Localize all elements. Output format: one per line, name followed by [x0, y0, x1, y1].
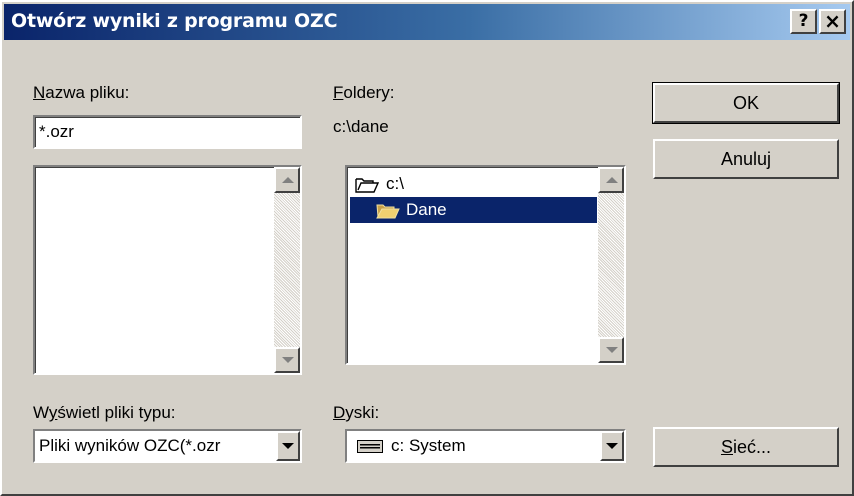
folder-item-root[interactable]: c:\ — [353, 171, 593, 197]
hard-drive-icon — [357, 440, 383, 453]
scroll-down-button[interactable] — [598, 337, 624, 363]
cancel-button[interactable]: Anuluj — [653, 139, 839, 179]
filename-label: Nazwa pliku: — [33, 83, 130, 102]
arrow-down-icon — [282, 357, 294, 363]
file-list-scrollbar[interactable] — [274, 167, 300, 373]
arrow-up-icon — [606, 177, 618, 183]
drives-label: Dyski: — [333, 403, 380, 422]
filetype-label: Wyświetl pliki typu: — [33, 403, 176, 422]
filetype-value: Pliki wyników OZC(*.ozr — [39, 436, 221, 455]
dialog-title: Otwórz wyniki z programu OZC — [11, 10, 338, 32]
chevron-down-icon — [606, 443, 618, 449]
help-button[interactable]: ? — [790, 9, 817, 34]
title-bar[interactable]: Otwórz wyniki z programu OZC ? × — [4, 4, 850, 40]
folders-label: Foldery: — [333, 83, 395, 102]
chevron-down-icon — [282, 443, 294, 449]
ok-button[interactable]: OK — [652, 82, 840, 124]
filename-input[interactable]: *.ozr — [33, 115, 302, 149]
drives-dropdown-button[interactable] — [600, 431, 624, 461]
filename-value: *.ozr — [39, 122, 74, 141]
folder-item-dane[interactable]: Dane — [350, 197, 597, 223]
folder-list-scrollbar[interactable] — [598, 167, 624, 363]
drives-select[interactable]: c: System — [345, 429, 626, 463]
open-file-dialog: Otwórz wyniki z programu OZC ? × Nazwa p… — [0, 0, 854, 496]
drive-value: c: System — [391, 436, 466, 455]
file-list[interactable] — [33, 165, 302, 375]
scroll-up-button[interactable] — [274, 167, 300, 193]
current-path: c:\dane — [333, 117, 389, 136]
folder-list[interactable]: c:\ Dane — [345, 165, 626, 365]
arrow-down-icon — [606, 347, 618, 353]
arrow-up-icon — [282, 177, 294, 183]
filetype-dropdown-button[interactable] — [276, 431, 300, 461]
filetype-select[interactable]: Pliki wyników OZC(*.ozr — [33, 429, 302, 463]
close-button[interactable]: × — [819, 9, 846, 34]
open-folder-icon — [355, 178, 379, 193]
scroll-up-button[interactable] — [598, 167, 624, 193]
scroll-down-button[interactable] — [274, 347, 300, 373]
network-button[interactable]: Sieć... — [653, 427, 839, 467]
open-folder-icon — [376, 204, 400, 219]
